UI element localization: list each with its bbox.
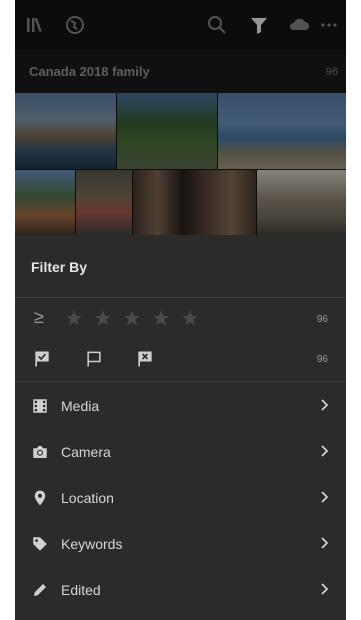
library-icon[interactable]	[23, 13, 47, 37]
photo-thumbnail[interactable]	[257, 170, 346, 235]
filter-item-location[interactable]: Location	[15, 475, 346, 521]
photo-thumbnail[interactable]	[133, 170, 256, 235]
filter-item-label: Keywords	[61, 536, 123, 552]
star-icon[interactable]	[181, 309, 199, 327]
photo-grid	[15, 93, 346, 235]
filter-funnel-icon[interactable]	[247, 13, 271, 37]
star-icon[interactable]	[65, 309, 83, 327]
photo-thumbnail[interactable]	[117, 93, 217, 169]
album-header: Canada 2018 family 96	[15, 50, 346, 93]
more-options-icon[interactable]	[317, 13, 341, 37]
photo-thumbnail[interactable]	[15, 170, 75, 235]
filter-panel: Filter By ≥ 96 96 Media Camera Location …	[15, 235, 346, 620]
filter-panel-title: Filter By	[31, 259, 88, 275]
chevron-right-icon	[321, 399, 329, 411]
picked-flag-icon[interactable]	[32, 349, 52, 369]
filter-item-label: Edited	[61, 582, 101, 598]
search-icon[interactable]	[205, 13, 229, 37]
photo-thumbnail[interactable]	[15, 93, 116, 169]
filter-item-edited[interactable]: Edited	[15, 567, 346, 613]
flag-count: 96	[316, 354, 328, 365]
photo-thumbnail[interactable]	[218, 93, 346, 169]
flag-filter-row: 96	[15, 341, 346, 377]
divider	[15, 381, 346, 382]
discover-globe-icon[interactable]	[63, 13, 87, 37]
chevron-right-icon	[321, 445, 329, 457]
film-icon	[33, 399, 47, 413]
photo-thumbnail[interactable]	[76, 170, 132, 235]
location-pin-icon	[34, 490, 46, 506]
filter-item-label: Media	[61, 398, 100, 414]
star-icon[interactable]	[94, 309, 112, 327]
rating-operator[interactable]: ≥	[34, 307, 44, 328]
filter-item-keywords[interactable]: Keywords	[15, 521, 346, 567]
album-title: Canada 2018 family	[29, 64, 150, 79]
star-icon[interactable]	[123, 309, 141, 327]
chevron-right-icon	[321, 537, 329, 549]
album-photo-count: 96	[325, 66, 338, 78]
rating-count: 96	[316, 314, 328, 325]
chevron-right-icon	[321, 583, 329, 595]
rejected-flag-icon[interactable]	[135, 349, 155, 369]
star-icon[interactable]	[152, 309, 170, 327]
filter-item-camera[interactable]: Camera	[15, 429, 346, 475]
filter-item-label: Camera	[61, 444, 111, 460]
cloud-icon[interactable]	[287, 13, 311, 37]
top-toolbar	[15, 0, 346, 50]
unflagged-icon[interactable]	[84, 349, 104, 369]
filter-item-media[interactable]: Media	[15, 383, 346, 429]
camera-icon	[33, 446, 47, 458]
chevron-right-icon	[321, 491, 329, 503]
filter-item-label: Location	[61, 490, 114, 506]
tag-icon	[33, 537, 47, 551]
app-screen: Canada 2018 family 96 Filter By ≥ 96 96 …	[15, 0, 346, 620]
pencil-icon	[34, 584, 46, 596]
divider	[15, 297, 346, 298]
rating-filter-row: ≥ 96	[15, 301, 346, 337]
